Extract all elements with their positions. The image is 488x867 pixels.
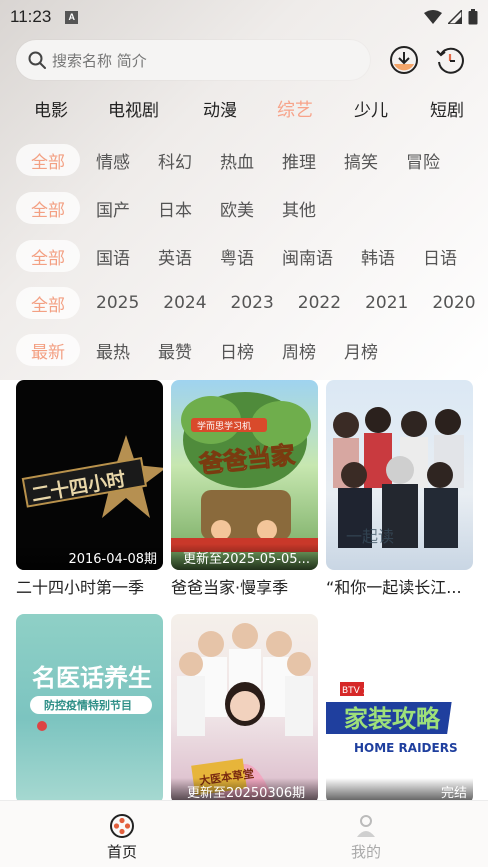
- download-icon: [390, 46, 418, 74]
- genre-filter-row: 全部 情感 科幻 热血 推理 搞笑 冒险: [16, 143, 488, 177]
- year-chip[interactable]: 2024: [163, 287, 206, 319]
- genre-chip[interactable]: 搞笑: [344, 144, 378, 176]
- sort-chip-latest[interactable]: 最新: [16, 334, 80, 366]
- search-box[interactable]: 搜索名称 简介: [16, 40, 370, 80]
- year-filter-row: 全部 2025 2024 2023 2022 2021 2020: [16, 286, 488, 320]
- poster-sponsor-text: 学而思学习机: [197, 420, 251, 432]
- sort-filter-row: 最新 最热 最赞 日榜 周榜 月榜: [16, 333, 488, 367]
- wifi-icon: [424, 10, 442, 24]
- region-filter-row: 全部 国产 日本 欧美 其他: [16, 191, 488, 225]
- nav-home-label: 首页: [106, 843, 137, 861]
- year-chip[interactable]: 2023: [231, 287, 274, 319]
- genre-chip[interactable]: 推理: [282, 144, 316, 176]
- search-placeholder: 搜索名称 简介: [52, 51, 147, 70]
- language-chip[interactable]: 闽南语: [282, 240, 333, 272]
- genre-chip[interactable]: 科幻: [158, 144, 192, 176]
- year-chip[interactable]: 2025: [96, 287, 139, 319]
- language-chip[interactable]: 日语: [423, 240, 457, 272]
- sort-chip[interactable]: 最热: [96, 334, 130, 366]
- year-chip[interactable]: 2021: [365, 287, 408, 319]
- card-title: 二十四小时第一季: [16, 578, 145, 597]
- poster-artwork: 名医话养生 防控疫情特别节目: [30, 664, 152, 731]
- poster-image: 名医话养生 防控疫情特别节目: [16, 614, 163, 804]
- content-grid: 二十四小时 2016-04-08期 二十四小时第一季 学而思学习机 爸爸当家 更…: [16, 380, 473, 848]
- region-chip[interactable]: 欧美: [220, 192, 254, 224]
- nav-home[interactable]: 首页: [0, 801, 244, 867]
- status-time: 11:23: [10, 7, 52, 26]
- nav-profile[interactable]: 我的: [244, 801, 488, 867]
- bottom-nav: 首页 我的: [0, 800, 488, 867]
- region-chip[interactable]: 国产: [96, 192, 130, 224]
- year-chip[interactable]: 2020: [432, 287, 475, 319]
- sort-chip[interactable]: 周榜: [282, 334, 316, 366]
- notification-icon: A: [65, 10, 79, 24]
- download-button[interactable]: [388, 44, 420, 76]
- year-chip-all[interactable]: 全部: [16, 287, 80, 319]
- poster-image: 一起读: [326, 380, 473, 570]
- poster-title-text: 家装攻略: [344, 705, 441, 733]
- history-button[interactable]: [434, 44, 466, 76]
- poster-caption-text: 一起读: [346, 527, 394, 546]
- poster-image: 二十四小时 2016-04-08期: [16, 380, 163, 570]
- language-chip[interactable]: 英语: [158, 240, 192, 272]
- history-icon: [436, 47, 464, 74]
- sort-chip[interactable]: 最赞: [158, 334, 192, 366]
- language-chip[interactable]: 韩语: [361, 240, 395, 272]
- poster-subtitle-text: 防控疫情特别节目: [44, 698, 132, 712]
- search-row: 搜索名称 简介: [16, 40, 476, 80]
- film-reel-icon: [110, 814, 134, 838]
- poster-subtitle-text: HOME RAIDERS: [354, 741, 458, 755]
- content-card[interactable]: 二十四小时 2016-04-08期 二十四小时第一季: [16, 380, 163, 614]
- poster-artwork: BTV 生活 家装攻略 HOME RAIDERS: [326, 682, 458, 755]
- region-chip[interactable]: 其他: [282, 192, 316, 224]
- status-icons: [424, 9, 478, 25]
- sort-chip[interactable]: 月榜: [344, 334, 378, 366]
- card-title: 爸爸当家·慢享季: [171, 578, 289, 597]
- sort-chip[interactable]: 日榜: [220, 334, 254, 366]
- poster-logo-text: BTV 生活: [342, 684, 381, 696]
- episode-badge: 2016-04-08期: [16, 544, 163, 570]
- status-bar: 11:23 A: [0, 0, 488, 34]
- poster-artwork: 学而思学习机 爸爸当家: [171, 392, 318, 552]
- poster-artwork: 大医本草堂: [177, 623, 313, 804]
- nav-profile-label: 我的: [350, 843, 381, 861]
- year-chip[interactable]: 2022: [298, 287, 341, 319]
- genre-chip[interactable]: 情感: [96, 144, 130, 176]
- tab-variety[interactable]: 综艺: [277, 96, 313, 122]
- category-tabs: 电影 电视剧 动漫 综艺 少儿 短剧: [0, 92, 488, 124]
- language-chip[interactable]: 国语: [96, 240, 130, 272]
- tab-short-drama[interactable]: 短剧: [430, 96, 464, 121]
- language-filter-row: 全部 国语 英语 粤语 闽南语 韩语 日语: [16, 239, 488, 273]
- battery-icon: [468, 9, 478, 25]
- search-icon: [28, 51, 46, 69]
- poster-title-text: 名医话养生: [32, 664, 152, 692]
- episode-badge: 更新至2025-05-05...: [171, 544, 318, 570]
- language-chip[interactable]: 粤语: [220, 240, 254, 272]
- poster-artwork: 二十四小时: [21, 435, 163, 518]
- content-card[interactable]: 一起读 “和你一起读长江...: [326, 380, 473, 614]
- content-card[interactable]: 学而思学习机 爸爸当家 更新至2025-05-05... 爸爸当家·慢享季: [171, 380, 318, 614]
- genre-chip[interactable]: 冒险: [406, 144, 440, 176]
- signal-icon: [448, 10, 462, 24]
- poster-artwork: 一起读: [333, 407, 464, 548]
- genre-chip[interactable]: 热血: [220, 144, 254, 176]
- region-chip[interactable]: 日本: [158, 192, 192, 224]
- poster-image: BTV 生活 家装攻略 HOME RAIDERS 完结: [326, 614, 473, 804]
- tab-tv-series[interactable]: 电视剧: [108, 96, 159, 121]
- tab-anime[interactable]: 动漫: [203, 96, 237, 121]
- genre-chip-all[interactable]: 全部: [16, 144, 80, 176]
- tab-movies[interactable]: 电影: [34, 96, 68, 121]
- language-chip-all[interactable]: 全部: [16, 240, 80, 272]
- poster-image: 大医本草堂 更新至20250306期: [171, 614, 318, 804]
- user-icon: [357, 815, 375, 837]
- region-chip-all[interactable]: 全部: [16, 192, 80, 224]
- card-title: “和你一起读长江...: [326, 578, 462, 597]
- poster-image: 学而思学习机 爸爸当家 更新至2025-05-05...: [171, 380, 318, 570]
- tab-kids[interactable]: 少儿: [354, 96, 388, 121]
